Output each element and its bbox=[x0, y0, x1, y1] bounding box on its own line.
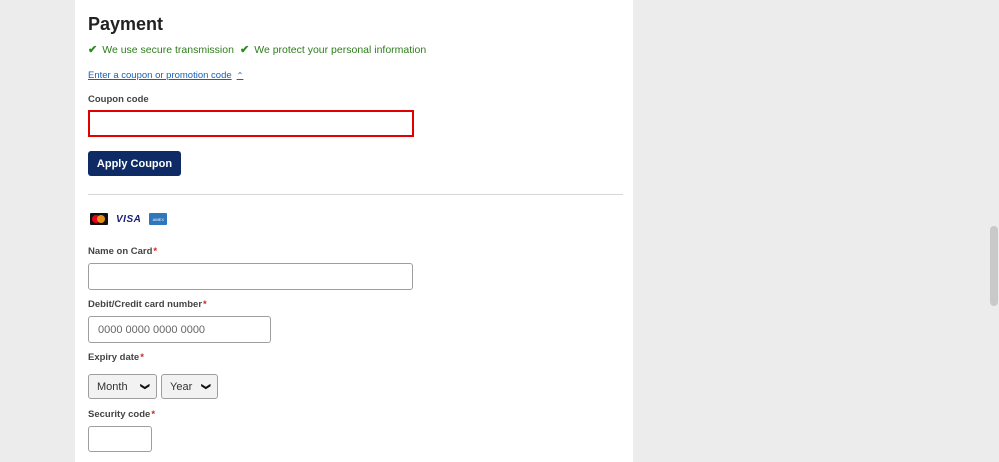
expiry-year-select[interactable]: Year ❯ bbox=[161, 374, 218, 399]
required-marker: * bbox=[151, 409, 156, 420]
accepted-cards: VISA AMEX bbox=[90, 213, 168, 225]
expiry-month-value: Month bbox=[97, 380, 128, 393]
security-code-label-text: Security code bbox=[88, 409, 151, 420]
assurance-secure-text: We use secure transmission bbox=[102, 43, 234, 56]
required-marker: * bbox=[140, 352, 144, 363]
expiry-month-select[interactable]: Month ❯ bbox=[88, 374, 157, 399]
required-marker: * bbox=[203, 299, 207, 310]
card-number-label: Debit/Credit card number* bbox=[88, 299, 207, 310]
coupon-toggle-link[interactable]: Enter a coupon or promotion code ⌃ bbox=[88, 70, 243, 81]
expiry-year-value: Year bbox=[170, 380, 193, 393]
card-number-input[interactable] bbox=[88, 316, 271, 343]
expiry-date-label-text: Expiry date bbox=[88, 352, 140, 363]
required-marker: * bbox=[153, 246, 158, 257]
card-number-label-text: Debit/Credit card number bbox=[88, 299, 203, 310]
coupon-toggle-label[interactable]: Enter a coupon or promotion code bbox=[88, 70, 232, 81]
coupon-code-input[interactable] bbox=[88, 110, 414, 137]
page-scrollbar[interactable] bbox=[990, 226, 998, 306]
expiry-date-label: Expiry date* bbox=[88, 352, 144, 363]
visa-icon: VISA bbox=[116, 213, 142, 225]
coupon-code-label: Coupon code bbox=[88, 94, 149, 105]
name-on-card-label-text: Name on Card bbox=[88, 246, 153, 257]
mastercard-icon bbox=[90, 213, 108, 225]
security-code-label: Security code* bbox=[88, 409, 155, 420]
section-divider bbox=[88, 194, 623, 195]
name-on-card-input[interactable] bbox=[88, 263, 413, 290]
assurance-secure: ✔ We use secure transmission bbox=[88, 43, 234, 57]
chevron-down-icon: ❯ bbox=[140, 382, 151, 391]
apply-coupon-button[interactable]: Apply Coupon bbox=[88, 151, 181, 176]
assurance-privacy: ✔ We protect your personal information bbox=[240, 43, 427, 57]
page-title: Payment bbox=[88, 14, 164, 34]
check-icon: ✔ bbox=[88, 44, 98, 56]
security-code-input[interactable] bbox=[88, 426, 152, 452]
name-on-card-label: Name on Card* bbox=[88, 246, 157, 257]
amex-icon: AMEX bbox=[149, 213, 168, 225]
assurance-privacy-text: We protect your personal information bbox=[254, 43, 427, 56]
chevron-up-icon[interactable]: ⌃ bbox=[237, 71, 244, 80]
check-icon: ✔ bbox=[240, 44, 250, 56]
chevron-down-icon: ❯ bbox=[201, 382, 212, 391]
